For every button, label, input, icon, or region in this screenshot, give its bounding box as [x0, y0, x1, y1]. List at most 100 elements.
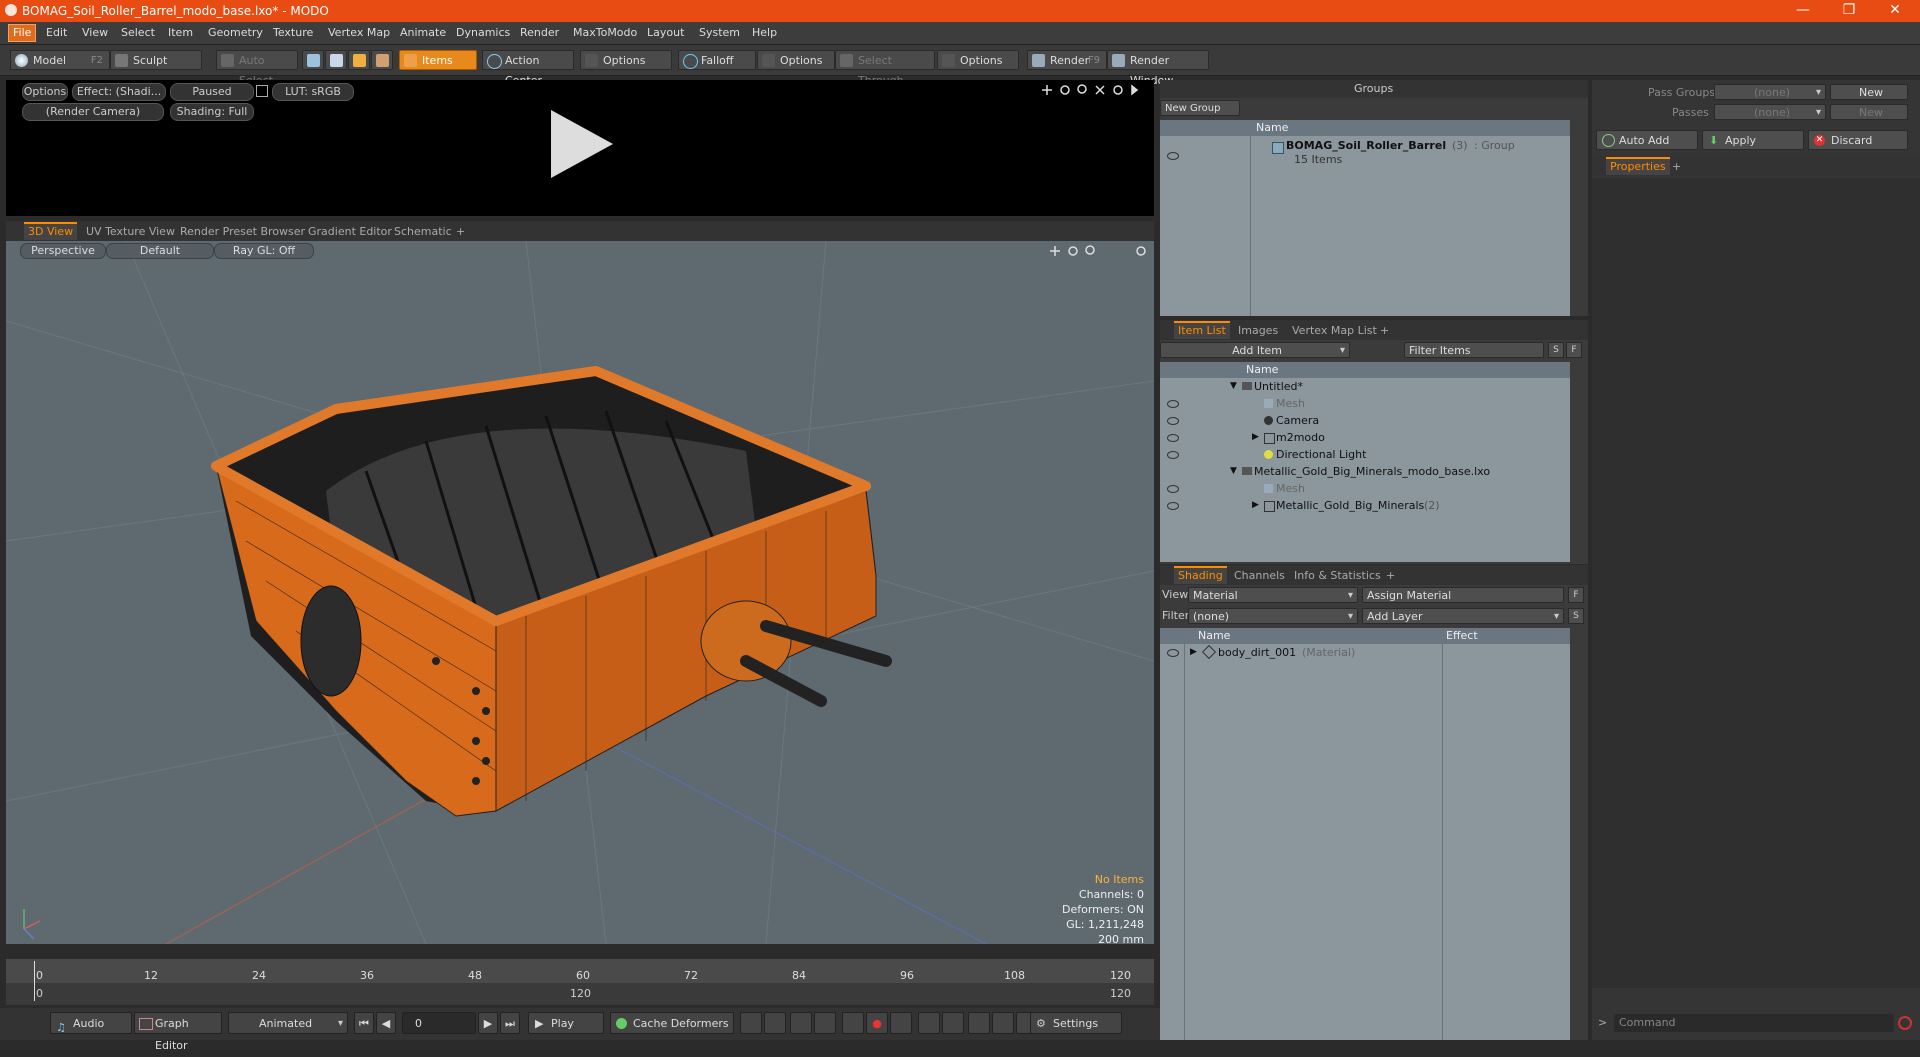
- shader-tree[interactable]: Name Effect ▶ body_dirt_001 (Material): [1160, 628, 1570, 1040]
- menu-item[interactable]: Item: [164, 25, 197, 41]
- visibility-eye-icon[interactable]: [1167, 451, 1179, 459]
- command-record-icon[interactable]: [1898, 1016, 1912, 1030]
- prev-key-button[interactable]: [790, 1012, 812, 1034]
- shading-s-button[interactable]: S: [1568, 608, 1584, 624]
- expand-arrow-icon[interactable]: ▼: [1230, 463, 1237, 480]
- tab-vertex-map-list[interactable]: Vertex Map List: [1288, 323, 1381, 339]
- menu-render[interactable]: Render: [516, 25, 563, 41]
- new-pass-button[interactable]: New: [1830, 104, 1908, 120]
- auto-key-button[interactable]: [842, 1012, 864, 1034]
- tab-item-list[interactable]: Item List: [1174, 321, 1230, 339]
- filter-s-button[interactable]: S: [1548, 342, 1564, 358]
- select-materials-button[interactable]: [371, 50, 393, 70]
- visibility-eye-icon[interactable]: [1167, 485, 1179, 493]
- visibility-eye-icon[interactable]: [1167, 649, 1179, 657]
- minimize-button[interactable]: —: [1780, 0, 1826, 22]
- groups-list[interactable]: Name BOMAG_Soil_Roller_Barrel (3) : Grou…: [1160, 120, 1570, 316]
- view-material-dropdown[interactable]: Material: [1188, 587, 1358, 604]
- new-pass-group-button[interactable]: New: [1830, 84, 1908, 100]
- step-back-button[interactable]: ◀: [376, 1012, 396, 1034]
- timeline[interactable]: 0 12 24 36 48 60 72 84 96 108 120 0 120 …: [6, 959, 1154, 1005]
- tab-render-preset-browser[interactable]: Render Preset Browser: [176, 224, 309, 240]
- menu-help[interactable]: Help: [748, 25, 781, 41]
- audio-button[interactable]: ♫ Audio: [50, 1012, 132, 1034]
- viewport-nav-controls[interactable]: [1046, 243, 1150, 259]
- prev-keyframe-button[interactable]: [918, 1012, 940, 1034]
- action-center-button[interactable]: Action Center: [482, 50, 574, 87]
- shader-row[interactable]: ▶ body_dirt_001 (Material): [1160, 644, 1570, 661]
- menu-system[interactable]: System: [695, 25, 744, 41]
- visibility-eye-icon[interactable]: [1167, 400, 1179, 408]
- key-icon-button-1[interactable]: [740, 1012, 762, 1034]
- select-through-options-button[interactable]: Options: [937, 50, 1019, 70]
- go-to-start-button[interactable]: ⏮: [354, 1012, 374, 1034]
- filter-f-button[interactable]: F: [1566, 342, 1582, 358]
- tab-images[interactable]: Images: [1234, 323, 1282, 339]
- menu-geometry[interactable]: Geometry: [204, 25, 267, 41]
- pass-groups-dropdown[interactable]: (none): [1714, 84, 1826, 101]
- viewport-3d[interactable]: Perspective Default Ray GL: Off No Items…: [6, 241, 1154, 944]
- group-item-name[interactable]: BOMAG_Soil_Roller_Barrel: [1286, 139, 1446, 152]
- list-item[interactable]: Mesh: [1160, 395, 1570, 412]
- falloff-options-button[interactable]: Options: [757, 50, 835, 70]
- lock-icon[interactable]: [256, 85, 268, 97]
- visibility-eye-icon[interactable]: [1167, 417, 1179, 425]
- preview-paused-button[interactable]: Paused: [170, 83, 254, 101]
- menu-maxtomodo[interactable]: MaxToModo: [569, 25, 641, 41]
- tab-3d-view[interactable]: 3D View: [24, 222, 78, 240]
- filter-items-input[interactable]: Filter Items: [1404, 342, 1544, 358]
- render-window-button[interactable]: Render Window: [1107, 50, 1209, 87]
- expand-arrow-icon[interactable]: ▼: [1230, 378, 1237, 395]
- tab-channels[interactable]: Channels: [1230, 568, 1289, 584]
- maximize-button[interactable]: ❐: [1826, 0, 1872, 22]
- visibility-eye-icon[interactable]: [1167, 434, 1179, 442]
- render-camera-dropdown[interactable]: (Render Camera): [22, 103, 164, 121]
- audio-scrub-button[interactable]: [968, 1012, 990, 1034]
- go-to-end-button[interactable]: ⏭: [500, 1012, 520, 1034]
- tab-info-statistics[interactable]: Info & Statistics: [1290, 568, 1385, 584]
- menu-vertex-map[interactable]: Vertex Map: [324, 25, 394, 41]
- tab-shading[interactable]: Shading: [1174, 566, 1227, 584]
- add-tab-button[interactable]: +: [452, 224, 469, 240]
- add-layer-dropdown[interactable]: Add Layer: [1362, 608, 1564, 625]
- list-item[interactable]: ▶ Metallic_Gold_Big_Minerals (2): [1160, 497, 1570, 514]
- shading-filter-dropdown[interactable]: (none): [1188, 608, 1358, 625]
- cache-deformers-button[interactable]: Cache Deformers: [610, 1012, 734, 1034]
- auto-select-button[interactable]: Auto Select: [216, 50, 298, 87]
- next-key-button[interactable]: [814, 1012, 836, 1034]
- select-vertices-button[interactable]: [302, 50, 324, 70]
- step-forward-button[interactable]: ▶: [478, 1012, 498, 1034]
- close-button[interactable]: ✕: [1872, 0, 1918, 22]
- loop-button[interactable]: [992, 1012, 1014, 1034]
- list-item[interactable]: ▼ Untitled*: [1160, 378, 1570, 395]
- falloff-button[interactable]: Falloff: [678, 50, 756, 70]
- render-button[interactable]: Render F9: [1027, 50, 1107, 70]
- record-icon[interactable]: ●: [866, 1012, 888, 1034]
- expand-arrow-icon[interactable]: ▶: [1252, 429, 1259, 446]
- preview-effect-dropdown[interactable]: Effect: (Shadi...: [72, 83, 166, 101]
- action-center-options-button[interactable]: Options: [580, 50, 672, 70]
- group-visibility-eye-icon[interactable]: [1167, 152, 1179, 160]
- default-shading-dropdown[interactable]: Default: [106, 243, 214, 259]
- current-frame-input[interactable]: 0: [402, 1012, 476, 1034]
- menu-view[interactable]: View: [78, 25, 112, 41]
- add-tab-button[interactable]: +: [1382, 568, 1399, 584]
- tab-properties[interactable]: Properties: [1606, 157, 1670, 175]
- apply-button[interactable]: ⬇ Apply: [1702, 130, 1804, 150]
- items-mode-button[interactable]: Items: [399, 50, 477, 70]
- menu-file[interactable]: File: [8, 24, 37, 42]
- list-item[interactable]: Mesh: [1160, 480, 1570, 497]
- tab-gradient-editor[interactable]: Gradient Editor: [304, 224, 396, 240]
- model-button[interactable]: Model F2: [10, 50, 110, 70]
- menu-select[interactable]: Select: [117, 25, 159, 41]
- menu-layout[interactable]: Layout: [643, 25, 688, 41]
- key-icon-button-2[interactable]: [764, 1012, 786, 1034]
- raygl-dropdown[interactable]: Ray GL: Off: [214, 243, 314, 259]
- expand-arrow-icon[interactable]: ▶: [1252, 497, 1259, 514]
- new-group-button[interactable]: New Group: [1160, 100, 1240, 116]
- add-tab-button[interactable]: +: [1376, 323, 1393, 339]
- play-icon[interactable]: [551, 110, 613, 178]
- list-item[interactable]: ▼ Metallic_Gold_Big_Minerals_modo_base.l…: [1160, 463, 1570, 480]
- menu-dynamics[interactable]: Dynamics: [452, 25, 514, 41]
- add-tab-button[interactable]: +: [1668, 159, 1685, 175]
